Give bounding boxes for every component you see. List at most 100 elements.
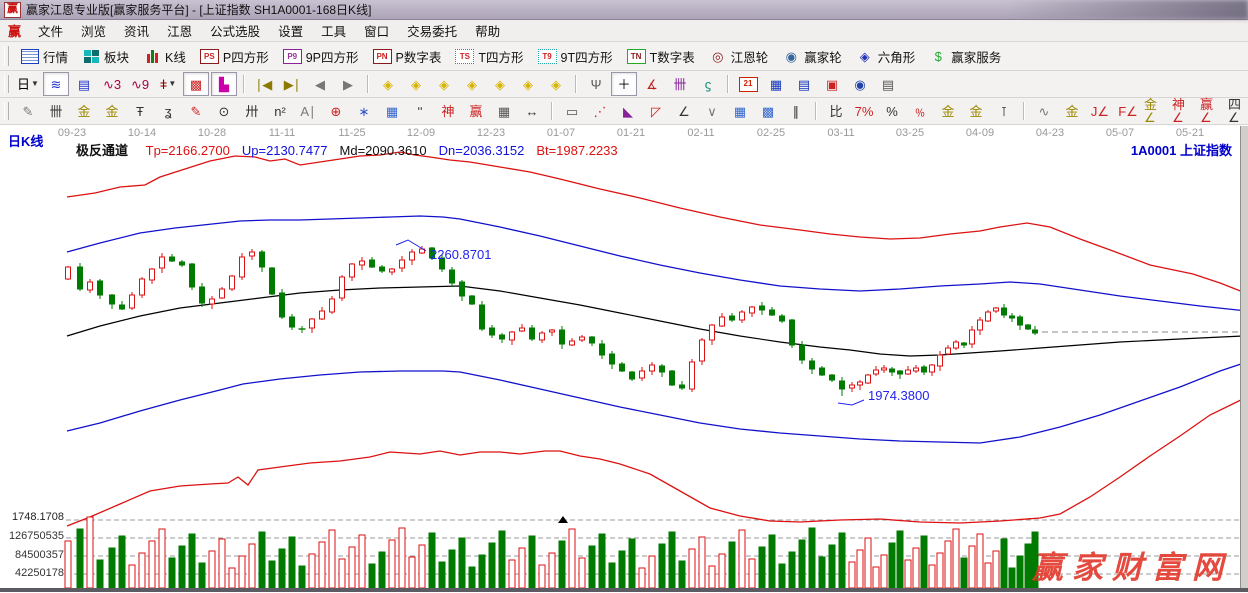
tool-calendar[interactable]: 21 [735, 72, 761, 96]
tool-nav-prev[interactable]: ◀ [307, 72, 333, 96]
chart-area[interactable]: 2260.8701 1974.3800 09-23 10-14 10-28 11-11 1… [0, 125, 1248, 592]
tool-nav-last[interactable]: ▶∣ [279, 72, 305, 96]
toolbar-button-9p-square[interactable]: P9 9P四方形 [276, 44, 366, 69]
menu-item-formula-stock-pick[interactable]: 公式选股 [201, 19, 269, 42]
tool-step-line-9[interactable]: ∿9 [127, 72, 153, 96]
toolbar-button-t-square[interactable]: TS T四方形 [448, 44, 530, 69]
menu-item-help[interactable]: 帮助 [466, 19, 509, 42]
toolbar-button-quotes[interactable]: 行情 [14, 44, 75, 69]
tool-save[interactable]: ▣ [819, 72, 845, 96]
draw-a-line[interactable]: A∣ [295, 99, 321, 123]
menu-item-trade-order[interactable]: 交易委托 [398, 19, 466, 42]
tool-zoom-area[interactable]: ≋ [43, 72, 69, 96]
tool-print[interactable]: ▤ [875, 72, 901, 96]
tool-gann-box-tool[interactable]: 卌 [667, 72, 693, 96]
draw-gann-time-lines[interactable]: 卌 [43, 99, 69, 123]
menu-item-file[interactable]: 文件 [29, 19, 72, 42]
draw-time-cycle[interactable]: ⊙ [211, 99, 237, 123]
toolbar-button-gann-wheel[interactable]: ◎ 江恩轮 [702, 44, 776, 69]
toolbar-button-t-number-table[interactable]: TN T数字表 [620, 44, 702, 69]
tool-diamond-left[interactable]: ◈ [375, 72, 401, 96]
draw-quote-mark-tool[interactable]: ʹʹ [407, 99, 433, 123]
toolbar-button-hexagon[interactable]: ◈ 六角形 [849, 44, 923, 69]
draw-parallel-lines[interactable]: ∥ [783, 99, 809, 123]
draw-gold-box[interactable]: 金 [1059, 99, 1085, 123]
tool-web-link[interactable]: ◉ [847, 72, 873, 96]
toolbar-button-9t-square[interactable]: T9 9T四方形 [531, 44, 620, 69]
tool-nav-first[interactable]: ∣◀ [251, 72, 277, 96]
draw-ruler-pencil[interactable]: ⊺ [991, 99, 1017, 123]
draw-n-square[interactable]: n² [267, 99, 293, 123]
tool-step-line-3[interactable]: ∿3 [99, 72, 125, 96]
draw-wave-ab[interactable]: ∿ [1031, 99, 1057, 123]
draw-circle-cross[interactable]: ⊕ [323, 99, 349, 123]
draw-spiral-tool[interactable]: ʓ [155, 99, 181, 123]
draw-angle-ying[interactable]: 赢∠ [1199, 98, 1225, 124]
draw-v-lines[interactable]: ∨ [699, 99, 725, 123]
menu-item-tools[interactable]: 工具 [312, 19, 355, 42]
menu-item-window[interactable]: 窗口 [355, 19, 398, 42]
menu-item-gann[interactable]: 江恩 [158, 19, 201, 42]
draw-angle-gold[interactable]: 金∠ [1143, 98, 1169, 124]
draw-grid-box[interactable]: ▦ [379, 99, 405, 123]
draw-grid-full[interactable]: ▦ [727, 99, 753, 123]
tool-diamond-expand[interactable]: ◈ [487, 72, 513, 96]
draw-fan-box[interactable]: ◸ [643, 99, 669, 123]
tool-volume-profile[interactable]: ▙ [211, 72, 237, 96]
tool-wave-tool[interactable]: ϛ [695, 72, 721, 96]
draw-ying-tool[interactable]: 赢 [463, 99, 489, 123]
tool-diamond-all[interactable]: ◈ [543, 72, 569, 96]
draw-angle-f[interactable]: F∠ [1115, 99, 1141, 123]
toolbar-button-winner-wheel[interactable]: ◉ 赢家轮 [775, 44, 849, 69]
toolbar-button-winner-service[interactable]: $ 赢家服务 [922, 44, 1008, 69]
draw-grid-arrow[interactable]: ▩ [755, 99, 781, 123]
draw-star-grid[interactable]: ∗ [351, 99, 377, 123]
draw-gold-ratio-price[interactable]: 金 [71, 99, 97, 123]
draw-angle-lines[interactable]: ∠ [671, 99, 697, 123]
menu-item-browse[interactable]: 浏览 [72, 19, 115, 42]
toolbar-grip[interactable] [4, 101, 9, 121]
toolbar-grip[interactable] [4, 46, 9, 66]
draw-fan-purple[interactable]: ◣ [615, 99, 641, 123]
kline-chart-canvas[interactable]: 2260.8701 1974.3800 [0, 126, 1248, 592]
draw-rect-tool[interactable]: ▭ [559, 99, 585, 123]
draw-angle-shen[interactable]: 神∠ [1171, 98, 1197, 124]
draw-stats-table[interactable]: 比 [823, 99, 849, 123]
draw-fan-red[interactable]: ⋰ [587, 99, 613, 123]
toolbar-button-p-number-table[interactable]: PN P数字表 [366, 44, 449, 69]
tool-calculator[interactable]: ▦ [763, 72, 789, 96]
tool-pan-hand[interactable]: Ψ [583, 72, 609, 96]
toolbar-button-kline[interactable]: K线 [136, 44, 193, 69]
draw-percent-7[interactable]: 7% [851, 99, 877, 123]
toolbar-button-p-square[interactable]: PS P四方形 [193, 44, 276, 69]
tool-crosshair[interactable]: ＋ [611, 72, 637, 96]
draw-percent-levels[interactable]: ﹪ [907, 99, 933, 123]
tool-f10-info[interactable]: ▤ [71, 72, 97, 96]
tool-diamond-left-end[interactable]: ◈ [515, 72, 541, 96]
draw-percent[interactable]: % [879, 99, 905, 123]
draw-red-pencil[interactable]: ✎ [183, 99, 209, 123]
draw-ruler-123[interactable]: ▦ [491, 99, 517, 123]
tool-diamond-hspan[interactable]: ◈ [431, 72, 457, 96]
vertical-scrollbar[interactable] [1240, 126, 1248, 592]
tool-nav-next[interactable]: ▶ [335, 72, 361, 96]
tool-diamond-compress[interactable]: ◈ [459, 72, 485, 96]
draw-gold-circle[interactable]: 金 [935, 99, 961, 123]
draw-draw-pencil[interactable]: ✎ [15, 99, 41, 123]
menu-item-news[interactable]: 资讯 [115, 19, 158, 42]
draw-shen-tool[interactable]: 神 [435, 99, 461, 123]
draw-time-ruler[interactable]: 卅 [239, 99, 265, 123]
draw-angle-j[interactable]: J∠ [1087, 99, 1113, 123]
draw-gold-ratio-time[interactable]: 金 [99, 99, 125, 123]
tool-candle-style[interactable]: ǂ ▼ [155, 72, 181, 96]
toolbar-grip[interactable] [4, 74, 9, 94]
draw-gold-levels[interactable]: 金 [963, 99, 989, 123]
draw-fibo-f-tool[interactable]: Ŧ [127, 99, 153, 123]
tool-diamond-right[interactable]: ◈ [403, 72, 429, 96]
menu-item-settings[interactable]: 设置 [269, 19, 312, 42]
draw-angle-si[interactable]: 四∠ [1227, 98, 1248, 124]
tool-period-daily[interactable]: 日 ▼ [15, 72, 41, 96]
tool-pattern-box[interactable]: ▩ [183, 72, 209, 96]
tool-report-doc[interactable]: ▤ [791, 72, 817, 96]
draw-span-arrow[interactable]: ↔ [519, 99, 545, 123]
